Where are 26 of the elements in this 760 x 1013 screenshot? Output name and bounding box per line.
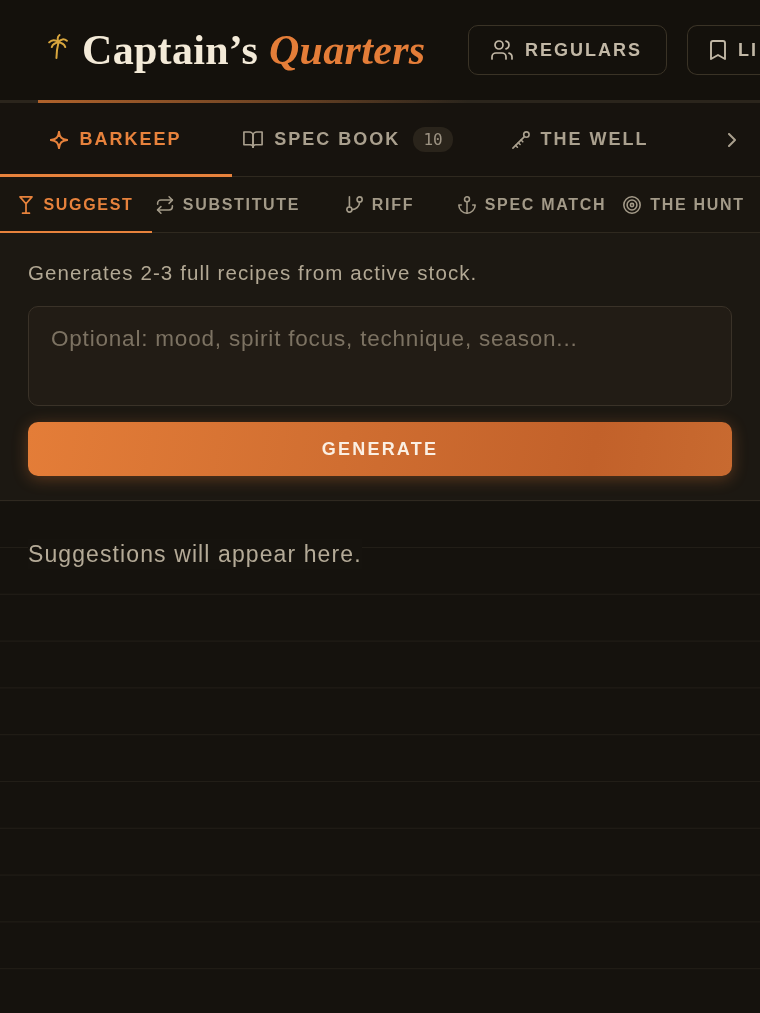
- anchor-icon: [457, 195, 476, 214]
- users-icon: [491, 40, 513, 60]
- nav-tab[interactable]: BARKEEP: [0, 103, 232, 176]
- cocktail-glass-icon: [18, 195, 35, 214]
- sparkle-icon: [50, 130, 69, 149]
- bookmark-icon: [710, 40, 726, 60]
- mode-tab[interactable]: RIFF: [304, 177, 456, 232]
- mode-tab[interactable]: SUBSTITUTE: [152, 177, 304, 232]
- palm-tree-icon: [48, 33, 68, 59]
- nav-tab[interactable]: THE WELL: [464, 103, 696, 176]
- target-icon: [623, 195, 642, 214]
- header-button[interactable]: LI: [687, 25, 760, 75]
- mode-tab[interactable]: SPEC MATCH: [456, 177, 608, 232]
- key-icon: [511, 130, 530, 149]
- chevron-right-icon: [728, 132, 736, 147]
- book-icon: [243, 131, 264, 148]
- nav-tab[interactable]: SPEC BOOK 10: [232, 103, 464, 176]
- prompt-field[interactable]: Optional: mood, spirit focus, technique, season...: [28, 306, 732, 406]
- count-badge: 10: [413, 127, 453, 152]
- branch-icon: [345, 196, 363, 213]
- header-button[interactable]: REGULARS: [468, 25, 667, 75]
- description-text: Generates 2-3 full recipes from active stock.: [28, 261, 479, 285]
- app-title: Captain’s Quarters: [82, 26, 426, 74]
- mode-tab[interactable]: THE HUNT: [608, 177, 760, 232]
- mode-tab[interactable]: SUGGEST: [0, 177, 152, 232]
- repeat-icon: [155, 195, 174, 214]
